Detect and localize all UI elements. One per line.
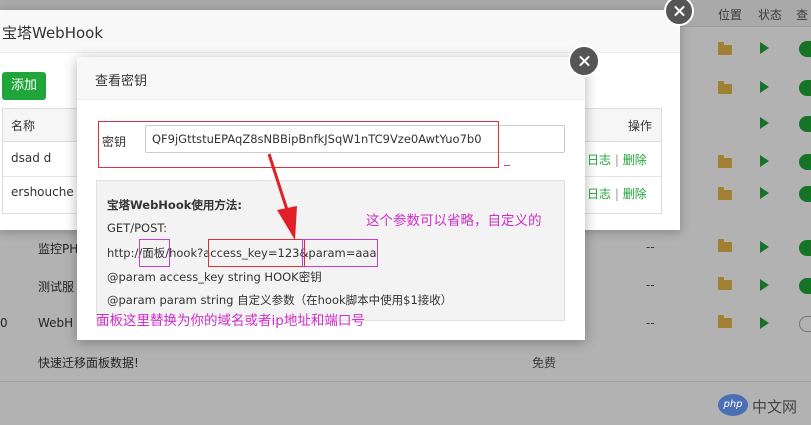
panel-annotation: 面板这里替换为你的域名或者ip地址和端口号 xyxy=(96,313,365,329)
php-logo: php xyxy=(718,394,748,416)
delete-link[interactable]: 删除 xyxy=(623,153,647,167)
close-icon[interactable] xyxy=(568,45,600,77)
add-button[interactable]: 添加 xyxy=(2,72,46,100)
log-link[interactable]: 日志 xyxy=(587,187,611,201)
x-glyph xyxy=(570,47,598,75)
dialog-title: 宝塔WebHook xyxy=(2,24,104,42)
action-separator: | xyxy=(614,187,619,201)
panel-highlight-box xyxy=(139,239,170,267)
hook-name: dsad d xyxy=(11,151,52,165)
arrow-head xyxy=(277,206,297,240)
dialog-titlebar xyxy=(77,57,585,100)
close-icon[interactable] xyxy=(664,0,694,26)
row-actions: 日志 | 删除 xyxy=(587,151,647,168)
action-separator: | xyxy=(614,153,619,167)
column-actions: 操作 xyxy=(628,119,653,133)
url-prefix: http:// xyxy=(107,246,143,260)
url-path: /hook? xyxy=(165,246,204,260)
usage-doc-param: @param param string 自定义参数（在hook脚本中使用$1接收… xyxy=(107,293,453,307)
watermark-text: 中文网 xyxy=(752,398,798,416)
hook-name: ershouche xyxy=(11,185,74,199)
delete-link[interactable]: 删除 xyxy=(623,187,647,201)
usage-doc-key: @param access_key string HOOK密钥 xyxy=(107,270,322,284)
dialog-title: 查看密钥 xyxy=(95,74,148,89)
row-actions: 日志 | 删除 xyxy=(587,185,647,202)
column-name: 名称 xyxy=(11,119,36,133)
arrow-shaft xyxy=(267,153,291,217)
arrow-icon xyxy=(267,153,297,240)
site-watermark: php 中文网 xyxy=(718,392,808,422)
log-link[interactable]: 日志 xyxy=(587,153,611,167)
param-annotation: 这个参数可以省略，自定义的 xyxy=(366,213,542,229)
usage-title: 宝塔WebHook使用方法: xyxy=(107,198,242,212)
annotation-tick xyxy=(504,165,510,166)
x-glyph xyxy=(666,0,692,24)
usage-method: GET/POST: xyxy=(107,221,167,235)
